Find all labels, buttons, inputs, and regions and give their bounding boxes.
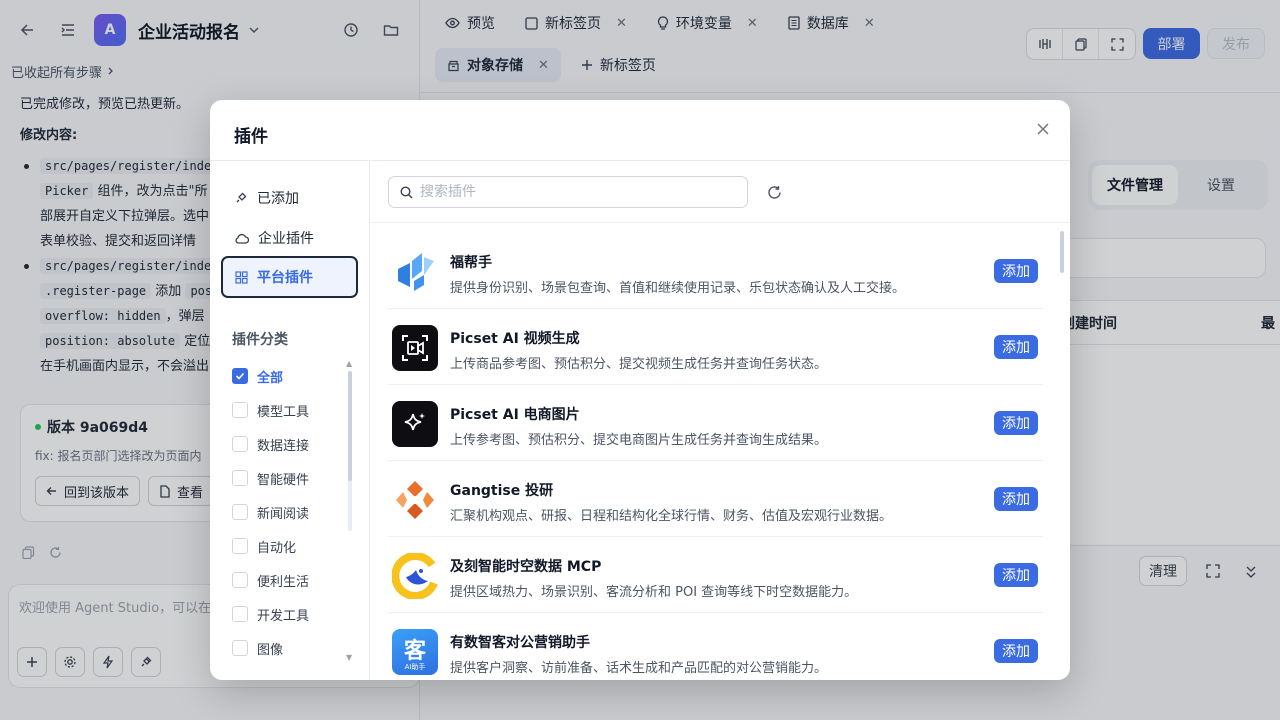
scrollbar-thumb[interactable] xyxy=(1060,231,1064,273)
add-plugin-button[interactable]: 添加 xyxy=(994,487,1038,511)
refresh-icon[interactable] xyxy=(765,183,783,201)
list-item: Gangtise 投研 汇聚机构观点、研报、日程和结构化全球行情、财务、估值及宏… xyxy=(388,461,1043,537)
search-icon xyxy=(400,185,413,199)
jike-bird-logo-icon xyxy=(392,553,438,599)
list-item: Picset AI 视频生成 上传商品参考图、预估积分、提交视频生成任务并查询任… xyxy=(388,309,1043,385)
checkbox[interactable] xyxy=(232,436,248,452)
youshu-logo-icon: 客 AI助手 xyxy=(392,629,438,675)
list-item: 及刻智能时空数据 MCP 提供区域热力、场景识别、客流分析和 POI 查询等线下… xyxy=(388,537,1043,613)
add-plugin-button[interactable]: 添加 xyxy=(994,563,1038,587)
nav-enterprise[interactable]: 企业插件 xyxy=(222,218,358,258)
list-item: 福帮手 提供身份识别、场景包查询、首值和继续使用记录、乐包状态确认及人工交接。 … xyxy=(388,233,1043,309)
category-news[interactable]: 新闻阅读 xyxy=(232,500,309,524)
plugin-list-panel: 福帮手 提供身份识别、场景包查询、首值和继续使用记录、乐包状态确认及人工交接。 … xyxy=(370,161,1070,680)
checkbox[interactable] xyxy=(232,572,248,588)
plugin-description: 提供客户洞察、访前准备、话术生成和产品匹配的对公营销能力。 xyxy=(450,661,828,676)
checkbox-checked[interactable] xyxy=(232,368,248,384)
category-scrollbar[interactable] xyxy=(348,371,352,531)
add-plugin-button[interactable]: 添加 xyxy=(994,411,1038,435)
plugin-description: 提供身份识别、场景包查询、首值和继续使用记录、乐包状态确认及人工交接。 xyxy=(450,281,906,296)
nav-added[interactable]: 已添加 xyxy=(222,178,358,218)
sparkle-icon xyxy=(392,401,438,447)
plugin-name: 及刻智能时空数据 MCP xyxy=(450,559,602,575)
plugin-description: 上传商品参考图、预估积分、提交视频生成任务并查询任务状态。 xyxy=(450,357,828,372)
plugin-name: 福帮手 xyxy=(450,255,492,271)
checkbox[interactable] xyxy=(232,606,248,622)
plugin-list: 福帮手 提供身份识别、场景包查询、首值和继续使用记录、乐包状态确认及人工交接。 … xyxy=(370,222,1070,680)
category-convenience[interactable]: 便利生活 xyxy=(232,568,309,592)
plugin-name: Picset AI 电商图片 xyxy=(450,407,580,423)
checkbox[interactable] xyxy=(232,402,248,418)
checkbox[interactable] xyxy=(232,640,248,656)
fubangshou-logo-icon xyxy=(392,249,438,295)
checkbox[interactable] xyxy=(232,504,248,520)
add-plugin-button[interactable]: 添加 xyxy=(994,639,1038,663)
plugin-name: Picset AI 视频生成 xyxy=(450,331,580,347)
grid-icon xyxy=(235,270,248,284)
plugin-sidebar: 已添加 企业插件 平台插件 插件分类 全部 模型工具 数据连接 智能硬件 新闻阅… xyxy=(210,161,370,680)
gangtise-logo-icon xyxy=(392,477,438,523)
checkbox[interactable] xyxy=(232,470,248,486)
category-all[interactable]: 全部 xyxy=(232,364,283,388)
plug-icon xyxy=(234,191,248,205)
category-smart-hardware[interactable]: 智能硬件 xyxy=(232,466,309,490)
video-generation-icon xyxy=(392,325,438,371)
scrollbar-thumb[interactable] xyxy=(348,371,352,481)
checkbox[interactable] xyxy=(232,538,248,554)
scroll-down-icon[interactable]: ▼ xyxy=(346,653,352,662)
plugin-search-input[interactable] xyxy=(420,184,720,200)
category-data-connection[interactable]: 数据连接 xyxy=(232,432,309,456)
category-model-tools[interactable]: 模型工具 xyxy=(232,398,309,422)
scroll-up-icon[interactable]: ▲ xyxy=(346,359,352,368)
plugin-search-box[interactable] xyxy=(388,176,748,208)
plugin-list-scrollbar[interactable] xyxy=(1060,231,1064,671)
category-heading: 插件分类 xyxy=(232,332,288,348)
plugins-modal: 插件 已添加 企业插件 平台插件 插件分类 全部 模型工具 数据连接 智能硬件 … xyxy=(210,100,1070,680)
category-image[interactable]: 图像 xyxy=(232,636,283,660)
add-plugin-button[interactable]: 添加 xyxy=(994,335,1038,359)
plugin-description: 提供区域热力、场景识别、客流分析和 POI 查询等线下时空数据能力。 xyxy=(450,585,858,600)
modal-title: 插件 xyxy=(234,127,268,147)
category-automation[interactable]: 自动化 xyxy=(232,534,296,558)
list-item: Picset AI 电商图片 上传参考图、预估积分、提交电商图片生成任务并查询生… xyxy=(388,385,1043,461)
nav-platform[interactable]: 平台插件 xyxy=(221,256,358,298)
plugin-description: 汇聚机构观点、研报、日程和结构化全球行情、财务、估值及宏观行业数据。 xyxy=(450,509,893,524)
add-plugin-button[interactable]: 添加 xyxy=(994,259,1038,283)
list-item: 客 AI助手 有数智客对公营销助手 提供客户洞察、访前准备、话术生成和产品匹配的… xyxy=(388,613,1043,680)
category-dev-tools[interactable]: 开发工具 xyxy=(232,602,309,626)
plugin-name: Gangtise 投研 xyxy=(450,483,554,499)
plugin-name: 有数智客对公营销助手 xyxy=(450,635,590,651)
plugin-description: 上传参考图、预估积分、提交电商图片生成任务并查询生成结果。 xyxy=(450,433,828,448)
close-icon[interactable] xyxy=(1032,118,1054,140)
cloud-icon xyxy=(234,233,249,244)
